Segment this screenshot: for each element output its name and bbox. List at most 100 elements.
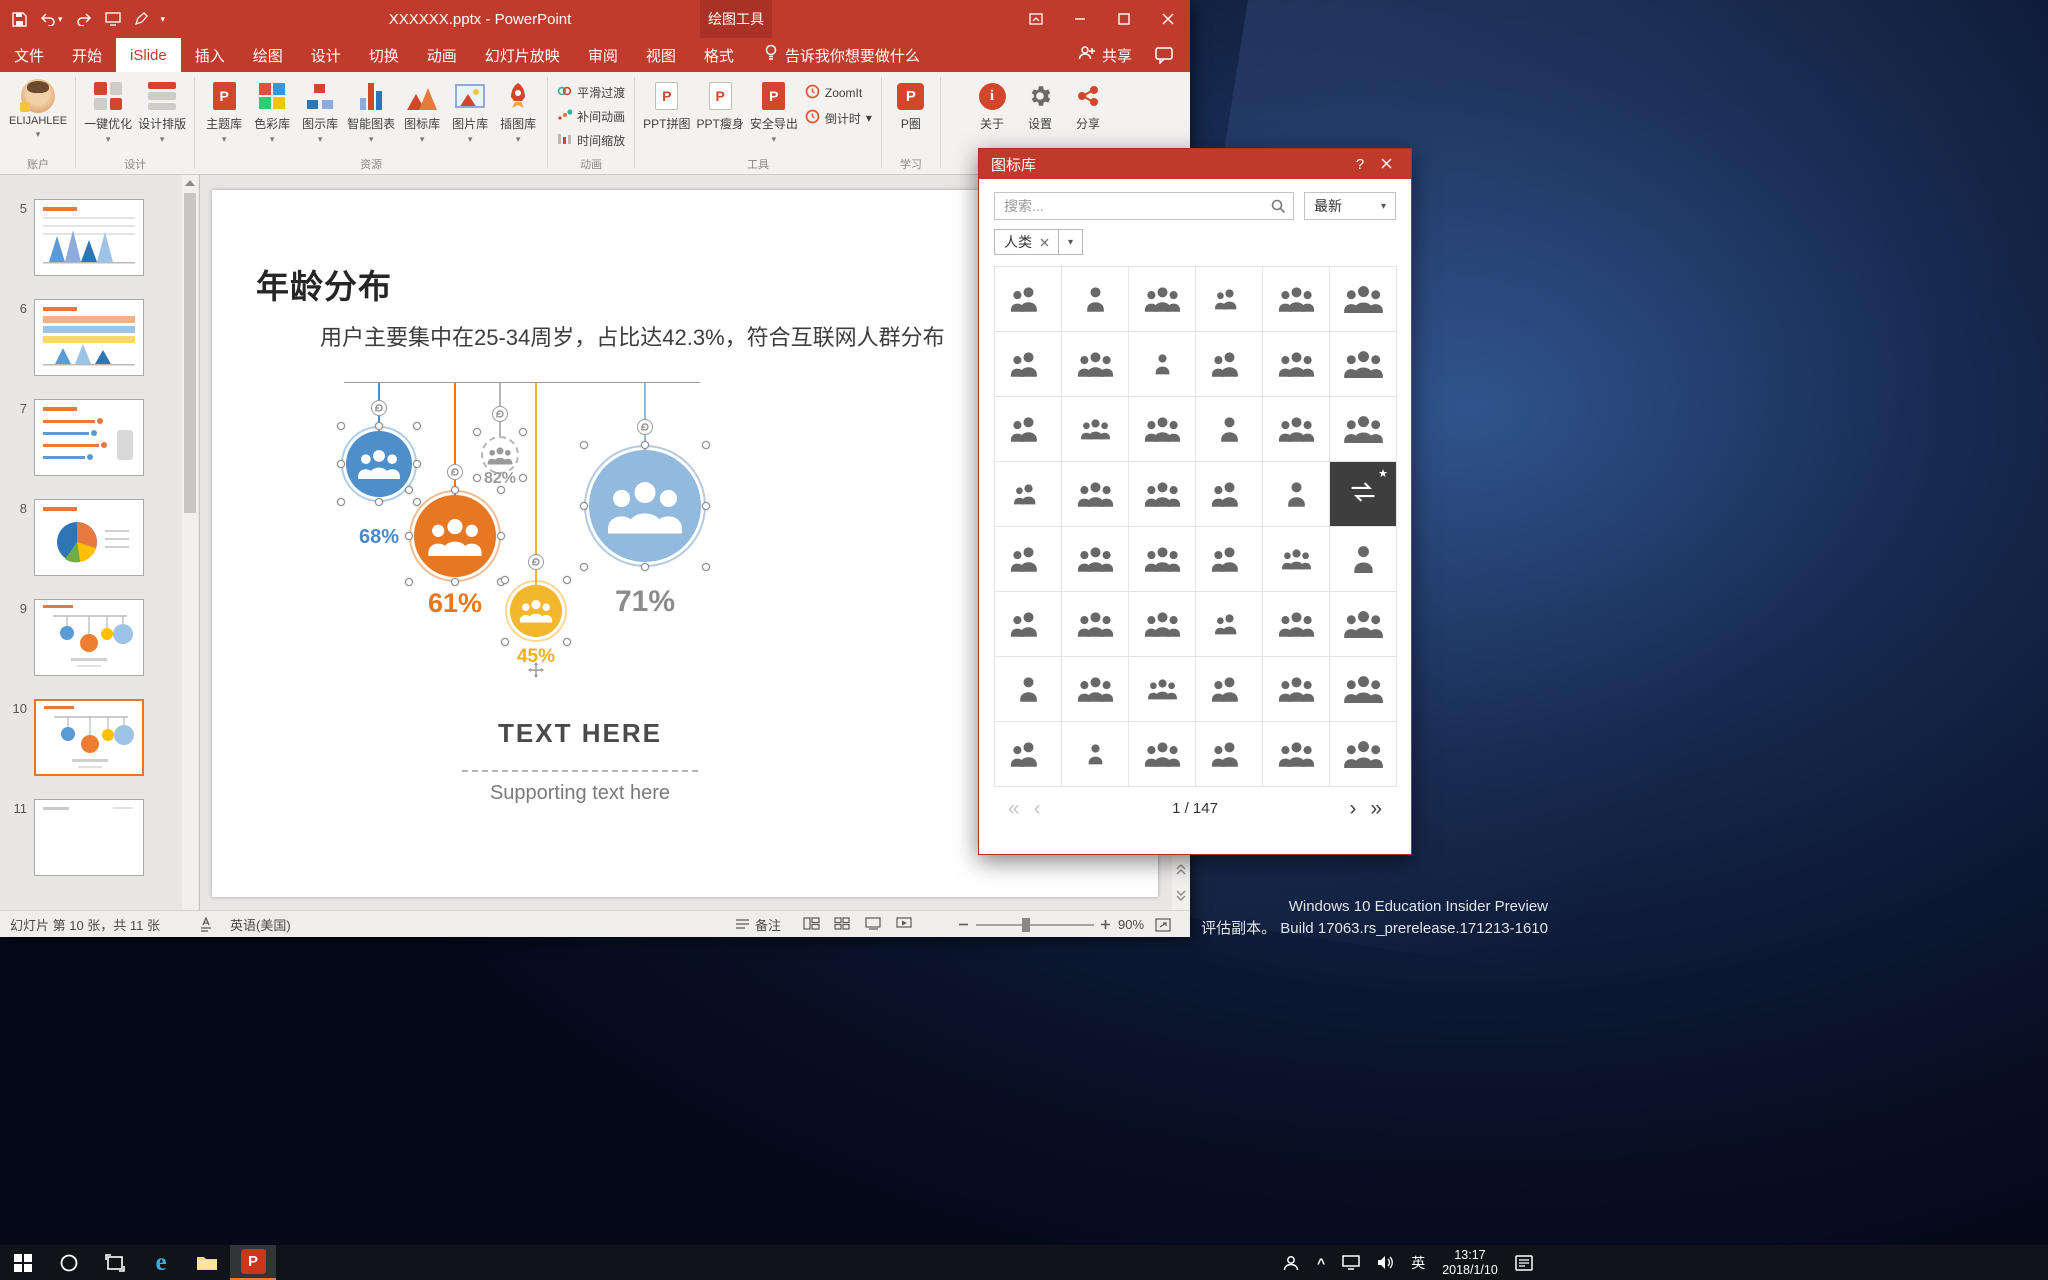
icon-cell[interactable]: ★ [1129,397,1196,462]
tell-me-box[interactable]: 告诉我你想要做什么 [764,38,920,72]
picture-library-button[interactable]: 图片库 ▾ [446,75,494,144]
filter-dropdown-icon[interactable]: ▾ [1059,229,1083,255]
selection-handle[interactable] [702,441,710,449]
safe-export-button[interactable]: P 安全导出 ▾ [747,75,801,144]
input-language-indicator[interactable]: 英 [1411,1253,1425,1273]
selection-handle[interactable] [413,422,421,430]
tab-slideshow[interactable]: 幻灯片放映 [471,38,574,72]
volume-icon[interactable] [1377,1255,1394,1270]
ornament-circle-45[interactable] [505,580,567,642]
icon-cell[interactable]: ★ [1196,722,1263,787]
icon-cell[interactable]: ★ [995,267,1062,332]
reading-view-icon[interactable] [865,916,882,934]
share-islide-button[interactable]: 分享 [1064,75,1112,132]
save-icon[interactable] [12,11,27,27]
time-scale-button[interactable]: 时间缩放 [557,132,625,149]
one-key-optimize-button[interactable]: 一键优化 ▾ [81,75,135,144]
p-circle-button[interactable]: P P圈 [887,75,935,132]
icon-cell[interactable]: ★ [995,527,1062,592]
tab-animations[interactable]: 动画 [413,38,471,72]
icon-cell[interactable]: ★ [1330,657,1397,722]
start-slideshow-icon[interactable] [104,12,121,26]
remove-filter-icon[interactable] [1040,238,1049,247]
selection-handle[interactable] [473,428,481,436]
selection-handle[interactable] [580,563,588,571]
fit-to-window-icon[interactable] [1155,911,1171,938]
icon-cell[interactable]: ★ [1263,267,1330,332]
thumbnail-preview-selected[interactable] [34,699,144,776]
last-page-button[interactable]: » [1370,798,1382,819]
icon-cell[interactable]: ★ [1062,722,1129,787]
selection-handle[interactable] [497,578,505,586]
thumbnail-preview[interactable] [34,399,144,476]
settings-button[interactable]: 设置 [1016,75,1064,132]
sort-dropdown[interactable]: 最新 ▾ [1304,192,1396,220]
illustration-library-button[interactable]: 插图库 ▾ [494,75,542,144]
tab-file[interactable]: 文件 [0,38,58,72]
panel-help-button[interactable]: ? [1347,156,1373,173]
scrollbar-thumb[interactable] [184,193,196,513]
customize-qat-dropdown-icon[interactable]: ▾ [161,14,166,25]
icon-cell[interactable]: ★ [1062,527,1129,592]
first-page-button[interactable]: « [1008,798,1020,819]
icon-cell[interactable]: ★ [1129,592,1196,657]
icon-search-input[interactable] [994,192,1294,220]
about-button[interactable]: i 关于 [968,75,1016,132]
slide-sorter-view-icon[interactable] [834,916,851,934]
icon-cell[interactable]: ★ [1062,592,1129,657]
icon-library-button[interactable]: 图标库 ▾ [398,75,446,144]
undo-icon[interactable]: ▾ [40,12,63,26]
zoom-out-button[interactable] [958,911,969,938]
icon-cell[interactable]: ★ [1129,527,1196,592]
theme-library-button[interactable]: P 主题库 ▾ [200,75,248,144]
panel-close-button[interactable] [1373,156,1399,173]
start-button[interactable] [0,1245,46,1280]
ornament-circle-61[interactable] [409,490,501,582]
slide-thumbnail-10[interactable]: 10 [0,699,199,799]
selection-handle[interactable] [580,502,588,510]
icon-cell[interactable]: ★ [995,722,1062,787]
icon-cell[interactable]: ★ [1330,332,1397,397]
ornament-circle-82[interactable] [481,436,519,474]
slide-thumbnail-9[interactable]: 9 [0,599,199,699]
slide-subtitle[interactable]: 用户主要集中在25-34周岁，占比达42.3%，符合互联网人群分布 [320,320,945,352]
search-icon[interactable] [1270,198,1286,219]
icon-cell[interactable]: ★ [1196,592,1263,657]
icon-cell[interactable]: ★ [995,332,1062,397]
icon-cell[interactable]: ★ [1062,397,1129,462]
ppt-slim-button[interactable]: P PPT瘦身 [694,75,747,132]
thumbnail-preview[interactable] [34,499,144,576]
clock[interactable]: 13:17 2018/1/10 [1442,1248,1498,1278]
icon-cell[interactable]: ★ [1129,267,1196,332]
ornament-circle-71[interactable] [584,445,706,567]
tab-islide[interactable]: iSlide [116,38,181,72]
selection-handle[interactable] [451,578,459,586]
selection-handle[interactable] [519,428,527,436]
icon-cell[interactable]: ★ [1263,657,1330,722]
selection-handle[interactable] [405,486,413,494]
rotate-handle[interactable] [492,406,508,422]
selection-handle[interactable] [413,498,421,506]
selection-handle[interactable] [563,638,571,646]
icon-cell[interactable]: ★ [1330,527,1397,592]
slide-thumbnail-5[interactable]: 5 [0,199,199,299]
rotate-handle[interactable] [447,464,463,480]
ornament-circle-68[interactable] [341,426,417,502]
network-icon[interactable] [1342,1255,1360,1270]
selection-handle[interactable] [405,578,413,586]
icon-cell[interactable]: ★ [1330,397,1397,462]
people-icon[interactable] [1282,1255,1300,1271]
icon-cell[interactable]: ★ [1129,657,1196,722]
icon-cell[interactable]: ★ [1330,462,1397,527]
icon-cell[interactable]: ★ [1263,592,1330,657]
icon-cell[interactable]: ★ [995,657,1062,722]
slide-title[interactable]: 年龄分布 [256,260,392,308]
icon-cell[interactable]: ★ [1263,397,1330,462]
touch-mode-icon[interactable] [134,12,148,26]
selection-handle[interactable] [497,532,505,540]
icon-cell[interactable]: ★ [1330,592,1397,657]
zoom-slider-thumb[interactable] [1022,917,1030,932]
icon-cell[interactable]: ★ [1062,332,1129,397]
slide-thumbnail-6[interactable]: 6 [0,299,199,399]
tab-review[interactable]: 审阅 [574,38,632,72]
